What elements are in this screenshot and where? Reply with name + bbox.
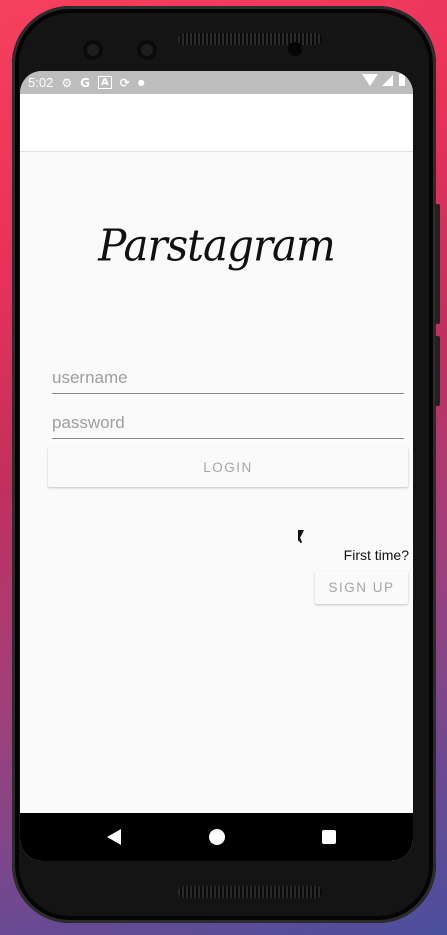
signup-button[interactable]: SIGN UP [315, 571, 408, 604]
proximity-sensor [288, 42, 302, 56]
recents-icon[interactable] [322, 830, 336, 844]
app-bar [20, 94, 413, 152]
volume-button [435, 204, 440, 324]
password-input[interactable] [52, 410, 404, 439]
bottom-speaker [178, 886, 322, 898]
battery-icon [399, 74, 405, 86]
a-icon: A [97, 76, 112, 89]
mouse-cursor-icon [298, 530, 304, 542]
home-icon[interactable] [209, 829, 225, 845]
sync-icon: ⟳ [119, 75, 130, 90]
front-sensor [137, 40, 157, 60]
google-g-icon: G [80, 75, 90, 90]
dot-icon: ● [137, 78, 145, 87]
first-time-label: First time? [343, 547, 409, 563]
power-button [435, 336, 440, 406]
username-input[interactable] [52, 365, 404, 394]
signal-icon [382, 74, 393, 86]
navigation-bar [20, 813, 413, 861]
gear-icon: ⚙ [61, 75, 73, 90]
front-camera [83, 40, 103, 60]
top-speaker [178, 33, 322, 45]
login-button[interactable]: LOGIN [48, 447, 408, 487]
device-screen: 5:02 ⚙ G A ⟳ ● Parstagram LOGIN First ti… [20, 71, 413, 861]
back-icon[interactable] [107, 829, 121, 845]
app-logo: Parstagram [98, 219, 336, 272]
status-bar: 5:02 ⚙ G A ⟳ ● [20, 71, 413, 94]
wifi-icon [362, 74, 378, 86]
status-time: 5:02 [28, 75, 54, 90]
